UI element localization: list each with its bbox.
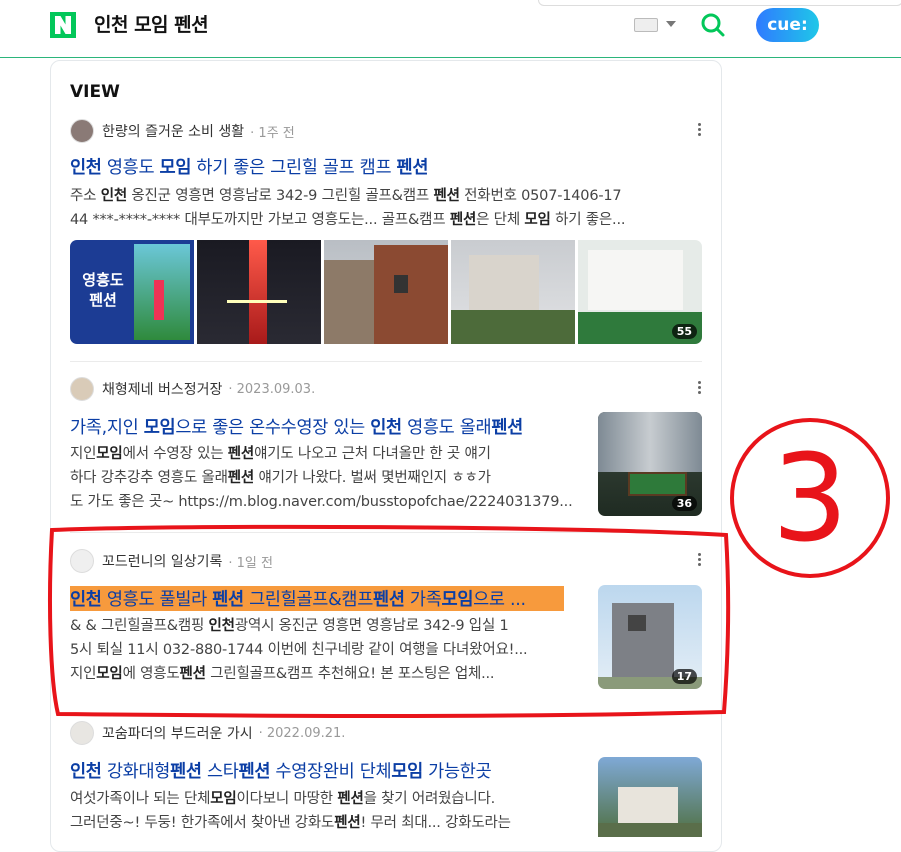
chevron-down-icon[interactable] bbox=[666, 21, 676, 27]
list-item: 한량의 즐거운 소비 생활 · 1주 전 인천 영흥도 모임 하기 좋은 그린힐… bbox=[70, 118, 702, 348]
post-description: 여섯가족이나 되는 단체모임이다보니 마땅한 펜션을 찾기 어려웠습니다. 그러… bbox=[70, 791, 511, 831]
list-item: 채형제네 버스정거장 · 2023.09.03. 가족,지인 모임으로 좋은 온… bbox=[70, 376, 702, 521]
divider bbox=[70, 532, 702, 533]
more-options-icon[interactable] bbox=[698, 553, 702, 568]
post-description: & & 그린힐골프&캠핑 인천광역시 옹진군 영흥면 영흥남로 342-9 입실… bbox=[70, 618, 528, 682]
poster-title: 영흥도 bbox=[82, 271, 124, 289]
naver-logo-icon[interactable] bbox=[50, 12, 76, 38]
post-image[interactable] bbox=[197, 240, 321, 344]
post-date: · 1주 전 bbox=[250, 125, 295, 141]
post-image[interactable]: 55 bbox=[578, 240, 702, 344]
dropdown-edge bbox=[538, 0, 901, 6]
post-date: · 2023.09.03. bbox=[228, 381, 316, 397]
post-image[interactable] bbox=[451, 240, 575, 344]
post-thumbnail[interactable]: 36 bbox=[598, 412, 702, 516]
search-header: 인천 모임 펜션 cue: bbox=[0, 0, 901, 58]
post-thumbnail[interactable]: 17 bbox=[598, 585, 702, 689]
post-author[interactable]: 채형제네 버스정거장 · 2023.09.03. bbox=[70, 376, 315, 402]
poster-subtitle: 펜션 bbox=[89, 291, 117, 309]
avatar[interactable] bbox=[70, 721, 94, 745]
post-description: 지인모임에서 수영장 있는 펜션얘기도 나오고 근처 다녀올만 한 곳 얘기 하… bbox=[70, 446, 573, 510]
post-description: 주소 인천 옹진군 영흥면 영흥남로 342-9 그린힐 골프&캠프 펜션 전화… bbox=[70, 188, 626, 228]
post-title[interactable]: 가족,지인 모임으로 좋은 온수수영장 있는 인천 영흥도 올래펜션 bbox=[70, 414, 582, 439]
post-image[interactable] bbox=[324, 240, 448, 344]
author-name[interactable]: 채형제네 버스정거장 bbox=[102, 379, 222, 399]
image-count-badge: 36 bbox=[671, 496, 697, 511]
keyboard-icon[interactable] bbox=[634, 18, 658, 32]
post-title[interactable]: 인천 강화대형펜션 스타펜션 수영장완비 단체모임 가능한곳 bbox=[70, 758, 582, 783]
post-date: · 2022.09.21. bbox=[258, 725, 346, 741]
post-date: · 1일 전 bbox=[228, 555, 273, 571]
post-author[interactable]: 한량의 즐거운 소비 생활 · 1주 전 bbox=[70, 118, 295, 144]
more-options-icon[interactable] bbox=[698, 123, 702, 138]
cue-button[interactable]: cue: bbox=[756, 8, 819, 42]
post-author[interactable]: 꼬숨파더의 부드러운 가시 · 2022.09.21. bbox=[70, 720, 345, 746]
author-name[interactable]: 꼬드런니의 일상기록 bbox=[102, 551, 222, 571]
section-title: VIEW bbox=[70, 82, 120, 102]
author-name[interactable]: 한량의 즐거운 소비 생활 bbox=[102, 121, 244, 141]
list-item: 꼬드런니의 일상기록 · 1일 전 인천 영흥도 풀빌라 펜션 그린힐골프&캠프… bbox=[70, 548, 702, 693]
annotation-number: 3 bbox=[772, 430, 848, 569]
avatar[interactable] bbox=[70, 377, 94, 401]
image-strip[interactable]: 영흥도 펜션 55 bbox=[70, 240, 702, 344]
more-options-icon[interactable] bbox=[698, 381, 702, 396]
post-image[interactable]: 영흥도 펜션 bbox=[70, 240, 194, 344]
author-name[interactable]: 꼬숨파더의 부드러운 가시 bbox=[102, 723, 253, 743]
divider bbox=[70, 361, 702, 362]
annotation-circle bbox=[730, 418, 890, 578]
post-thumbnail[interactable] bbox=[598, 757, 702, 837]
post-title[interactable]: 인천 영흥도 풀빌라 펜션 그린힐골프&캠프펜션 가족모임으로 ... bbox=[70, 586, 564, 611]
list-item: 꼬숨파더의 부드러운 가시 · 2022.09.21. 인천 강화대형펜션 스타… bbox=[70, 720, 702, 837]
search-icon[interactable] bbox=[700, 12, 726, 38]
avatar[interactable] bbox=[70, 549, 94, 573]
post-author[interactable]: 꼬드런니의 일상기록 · 1일 전 bbox=[70, 548, 273, 574]
search-query[interactable]: 인천 모임 펜션 bbox=[94, 10, 209, 37]
post-title[interactable]: 인천 영흥도 모임 하기 좋은 그린힐 골프 캠프 펜션 bbox=[70, 154, 702, 179]
image-count-badge: 17 bbox=[671, 669, 697, 684]
image-count-badge: 55 bbox=[671, 324, 697, 339]
avatar[interactable] bbox=[70, 119, 94, 143]
